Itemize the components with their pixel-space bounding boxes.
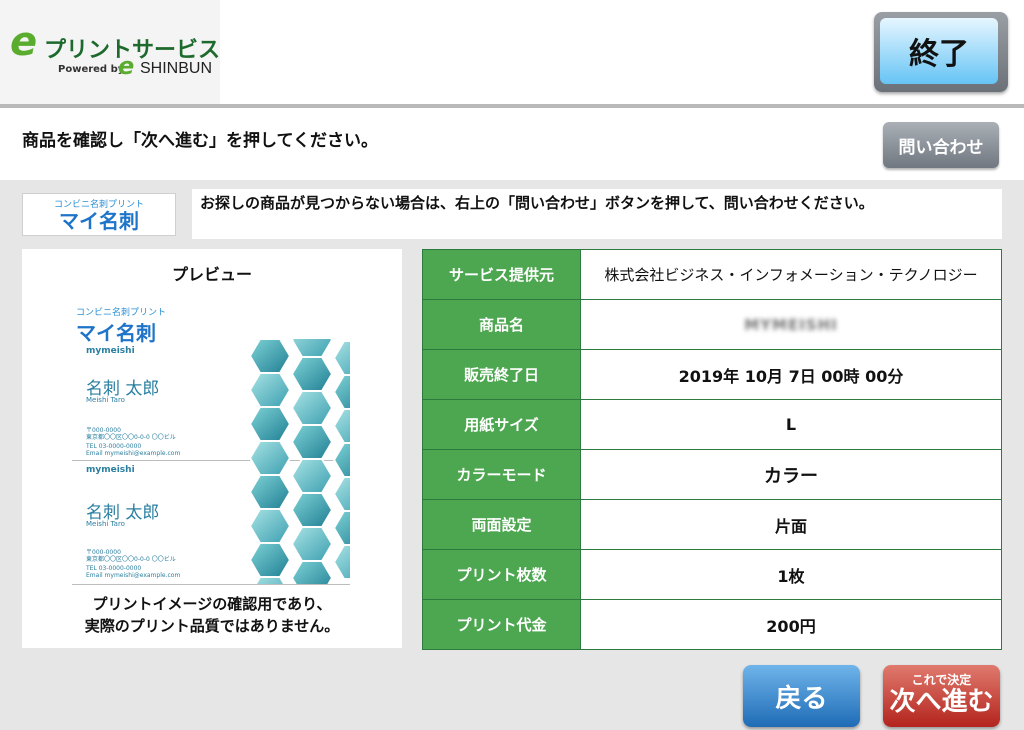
table-row: 両面設定 片面 bbox=[422, 499, 1002, 550]
row-label: サービス提供元 bbox=[422, 249, 581, 300]
exit-button[interactable]: 終了 bbox=[874, 12, 1008, 92]
row-label: 両面設定 bbox=[422, 499, 581, 550]
eprint-service-logo: e プリントサービス Powered by e SHINBUN bbox=[0, 0, 220, 104]
table-row: 用紙サイズ L bbox=[422, 399, 1002, 450]
logo-e-small-mark: e bbox=[118, 52, 135, 80]
exit-button-label: 終了 bbox=[880, 18, 998, 84]
card-tel: TEL 03-0000-0000 bbox=[86, 443, 142, 450]
row-label: プリント枚数 bbox=[422, 549, 581, 600]
row-value: カラー bbox=[580, 449, 1002, 500]
card-bottom-edge bbox=[72, 584, 350, 585]
preview-note-line1: プリントイメージの確認用であり、 bbox=[92, 595, 332, 613]
preview-title: プレビュー bbox=[171, 265, 252, 284]
table-row: カラーモード カラー bbox=[422, 449, 1002, 500]
header: e プリントサービス Powered by e SHINBUN 終了 bbox=[0, 0, 1024, 104]
table-row: 販売終了日 2019年 10月 7日 00時 00分 bbox=[422, 349, 1002, 400]
row-value: L bbox=[580, 399, 1002, 450]
row-label: プリント代金 bbox=[422, 599, 581, 650]
brand-main: マイ名刺 bbox=[59, 209, 139, 233]
row-value: 1枚 bbox=[580, 549, 1002, 600]
next-button[interactable]: これで決定 次へ進む bbox=[883, 665, 1000, 727]
next-button-caption: これで決定 bbox=[911, 673, 972, 687]
product-name-blurred: MYMEISHI bbox=[744, 316, 838, 334]
row-label: カラーモード bbox=[422, 449, 581, 500]
table-row: プリント枚数 1枚 bbox=[422, 549, 1002, 600]
card-site: mymeishi bbox=[86, 346, 135, 356]
table-row: 商品名 MYMEISHI bbox=[422, 299, 1002, 350]
preview-panel: プレビュー コンビニ名刺プリント マイ名刺 mymeishi 名刺 太郎 Mei… bbox=[22, 249, 402, 648]
row-value: 2019年 10月 7日 00時 00分 bbox=[580, 349, 1002, 400]
logo-powered-by: Powered by bbox=[58, 64, 125, 75]
row-label: 用紙サイズ bbox=[422, 399, 581, 450]
row-value: 片面 bbox=[580, 499, 1002, 550]
card-email: Email mymeishi@example.com bbox=[86, 572, 181, 579]
row-value: 200円 bbox=[580, 599, 1002, 650]
row-value: 株式会社ビジネス・インフォメーション・テクノロジー bbox=[580, 249, 1002, 300]
notice-text: お探しの商品が見つからない場合は、右上の「問い合わせ」ボタンを押して、問い合わせ… bbox=[192, 189, 1002, 239]
card-tel: TEL 03-0000-0000 bbox=[86, 565, 142, 572]
card-address: 東京都〇〇区〇〇0-0-0 〇〇ビル bbox=[86, 556, 176, 563]
card-address: 東京都〇〇区〇〇0-0-0 〇〇ビル bbox=[86, 434, 176, 441]
card-site: mymeishi bbox=[86, 465, 135, 475]
table-row: サービス提供元 株式会社ビジネス・インフォメーション・テクノロジー bbox=[422, 249, 1002, 300]
instruction-bar: 商品を確認し「次へ進む」を押してください。 問い合わせ bbox=[0, 108, 1024, 180]
mymeishi-logo: コンビニ名刺プリント マイ名刺 bbox=[22, 193, 176, 236]
table-row: プリント代金 200円 bbox=[422, 599, 1002, 650]
hexagon-pattern bbox=[250, 339, 350, 585]
row-label: 商品名 bbox=[422, 299, 581, 350]
business-card-preview: コンビニ名刺プリント マイ名刺 mymeishi 名刺 太郎 Meishi Ta… bbox=[72, 301, 350, 585]
instruction-text: 商品を確認し「次へ進む」を押してください。 bbox=[22, 131, 378, 151]
order-details-table: サービス提供元 株式会社ビジネス・インフォメーション・テクノロジー 商品名 MY… bbox=[422, 249, 1002, 650]
next-button-label: 次へ進む bbox=[889, 687, 994, 717]
card-name-roman: Meishi Taro bbox=[86, 520, 125, 528]
back-button[interactable]: 戻る bbox=[743, 665, 860, 727]
logo-e-mark: e bbox=[10, 19, 38, 65]
row-label: 販売終了日 bbox=[422, 349, 581, 400]
logo-shinbun: SHINBUN bbox=[140, 60, 213, 77]
card-email: Email mymeishi@example.com bbox=[86, 450, 181, 457]
card-name-roman: Meishi Taro bbox=[86, 396, 125, 404]
contact-button[interactable]: 問い合わせ bbox=[883, 122, 999, 168]
card-brand-main: マイ名刺 bbox=[76, 321, 156, 345]
preview-note-line2: 実際のプリント品質ではありません。 bbox=[84, 617, 340, 635]
preview-note: プリントイメージの確認用であり、 実際のプリント品質ではありません。 bbox=[22, 593, 402, 637]
row-value: MYMEISHI bbox=[580, 299, 1002, 350]
